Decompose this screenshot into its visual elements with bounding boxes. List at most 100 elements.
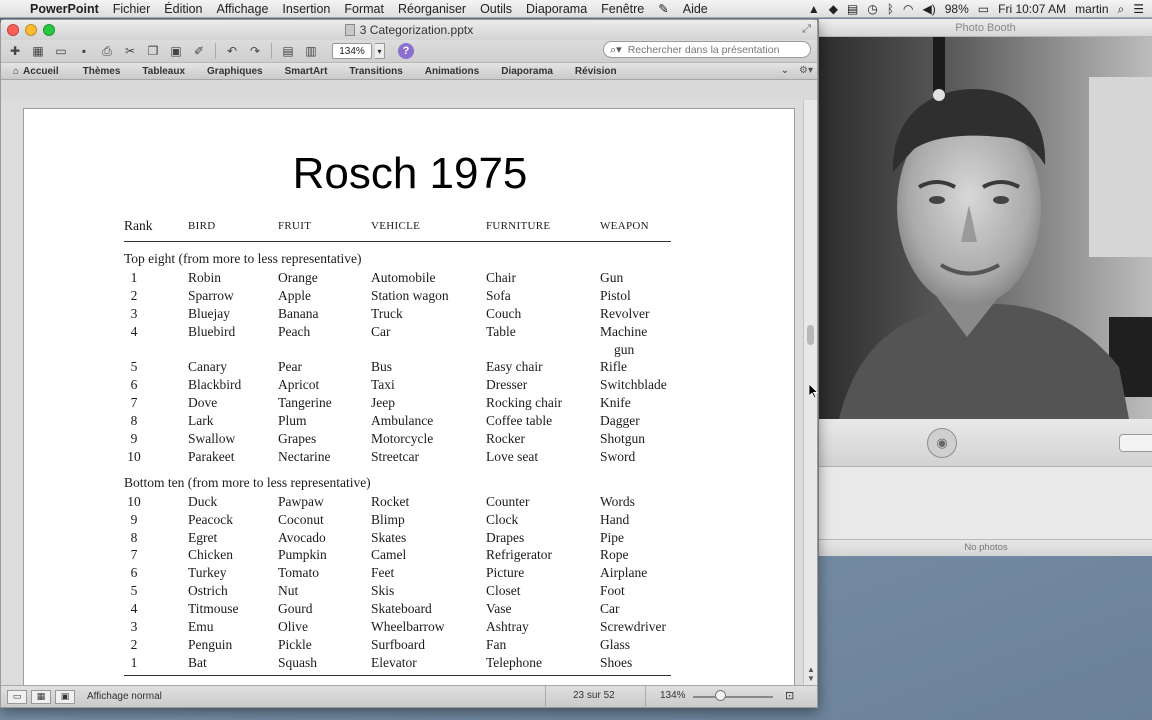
paste-icon[interactable]: ▣ xyxy=(166,42,186,60)
new-presentation-icon[interactable]: ✚ xyxy=(5,42,25,60)
slide-sorter-view-icon[interactable]: ▦ xyxy=(31,689,51,704)
format-painter-icon[interactable]: ✐ xyxy=(189,42,209,60)
menubar-clock[interactable]: Fri 10:07 AM xyxy=(998,2,1066,16)
print-icon[interactable]: ⎙ xyxy=(97,42,117,60)
fullscreen-icon[interactable]: ⤢ xyxy=(802,23,811,36)
close-window-button[interactable] xyxy=(7,24,19,36)
slide-sorter-icon[interactable]: ▤ xyxy=(278,42,298,60)
document-proxy-icon[interactable] xyxy=(344,24,355,36)
rank-cell: 7 xyxy=(130,547,138,563)
weapon-cell: Airplane xyxy=(600,565,648,581)
camera-shutter-icon[interactable]: ◉ xyxy=(927,428,957,458)
search-field[interactable]: ⌕▾ Rechercher dans la présentation xyxy=(603,41,811,58)
fruit-cell: Nut xyxy=(278,583,299,599)
tab-smartart[interactable]: SmartArt xyxy=(285,66,328,77)
menu-aide[interactable]: Aide xyxy=(683,2,708,16)
photo-booth-titlebar[interactable]: Photo Booth xyxy=(819,19,1152,37)
help-icon[interactable]: ? xyxy=(398,43,414,59)
fruit-cell: Pawpaw xyxy=(278,493,324,509)
menu-fenetre[interactable]: Fenêtre xyxy=(601,2,644,16)
tab-themes[interactable]: Thèmes xyxy=(83,66,121,77)
zoom-slider-track[interactable] xyxy=(693,696,773,698)
menu-fichier[interactable]: Fichier xyxy=(113,2,151,16)
tab-tableaux[interactable]: Tableaux xyxy=(142,66,185,77)
zoom-window-button[interactable] xyxy=(43,24,55,36)
header-bird: BIRD xyxy=(188,220,216,232)
open-icon[interactable]: ▭ xyxy=(51,42,71,60)
table-row: 7 Dove Tangerine Jeep Rocking chair Knif… xyxy=(124,395,672,413)
cut-icon[interactable]: ✂ xyxy=(120,42,140,60)
tab-revision[interactable]: Révision xyxy=(575,66,617,77)
slide-canvas[interactable]: Rosch 1975 Rank BIRD FRUIT VEHICLE FURNI… xyxy=(23,108,795,690)
rank-cell: 2 xyxy=(130,636,138,652)
status-zoom: 134% xyxy=(660,690,686,701)
vehicle-cell: Motorcycle xyxy=(371,431,434,447)
zoom-slider-knob[interactable] xyxy=(715,690,726,701)
vehicle-cell: Car xyxy=(371,323,391,339)
wifi-icon[interactable]: ◠ xyxy=(903,3,913,15)
zoom-dropdown-icon[interactable]: ▾ xyxy=(375,43,385,59)
zoom-field[interactable]: 134% xyxy=(332,43,372,59)
window-controls xyxy=(7,24,55,36)
menu-diaporama[interactable]: Diaporama xyxy=(526,2,587,16)
vehicle-cell: Skateboard xyxy=(371,601,432,617)
photo-booth-controls: ◉ xyxy=(819,419,1152,467)
bird-cell: Penguin xyxy=(188,636,233,652)
battery-percent[interactable]: 98% xyxy=(945,2,969,16)
weapon-cell: Hand xyxy=(600,511,630,527)
menu-reorganiser[interactable]: Réorganiser xyxy=(398,2,466,16)
google-drive-icon[interactable]: ▲ xyxy=(808,3,820,15)
spotlight-search-icon[interactable]: ⌕ xyxy=(1118,3,1125,15)
notification-center-icon[interactable]: ☰ xyxy=(1133,3,1144,15)
furniture-cell: Chair xyxy=(486,270,516,285)
gallery-icon[interactable]: ▦ xyxy=(28,42,48,60)
scrollbar-thumb[interactable] xyxy=(807,325,814,345)
normal-view-icon[interactable]: ▭ xyxy=(7,689,27,704)
fit-to-window-icon[interactable]: ⊡ xyxy=(785,689,794,702)
menu-affichage[interactable]: Affichage xyxy=(217,2,269,16)
volume-icon[interactable]: ◀) xyxy=(923,3,936,15)
status-divider xyxy=(645,686,646,708)
copy-icon[interactable]: ❐ xyxy=(143,42,163,60)
undo-icon[interactable]: ↶ xyxy=(222,42,242,60)
weapon-cell: Gun xyxy=(600,270,624,285)
bluetooth-icon[interactable]: ᛒ xyxy=(887,3,894,15)
dropbox-icon[interactable]: ◆ xyxy=(829,3,838,15)
furniture-cell: Rocker xyxy=(486,431,525,447)
minimize-window-button[interactable] xyxy=(25,24,37,36)
ribbon-collapse-icon[interactable]: ⌄ xyxy=(781,65,789,76)
rank-cell: 1 xyxy=(130,270,138,285)
redo-icon[interactable]: ↷ xyxy=(245,42,265,60)
effects-button[interactable] xyxy=(1119,434,1152,452)
menubar-user[interactable]: martin xyxy=(1075,2,1108,16)
tab-transitions[interactable]: Transitions xyxy=(349,66,402,77)
ribbon-settings-gear-icon[interactable]: ⚙▾ xyxy=(799,65,813,76)
menu-outils[interactable]: Outils xyxy=(480,2,512,16)
media-browser-icon[interactable]: ▥ xyxy=(301,42,321,60)
search-icon: ⌕▾ xyxy=(610,43,622,56)
furniture-cell: Easy chair xyxy=(486,359,543,375)
menu-edition[interactable]: Édition xyxy=(164,2,202,16)
tab-graphiques[interactable]: Graphiques xyxy=(207,66,263,77)
ppt-titlebar[interactable]: 3 Categorization.pptx ⤢ xyxy=(1,20,817,40)
slideshow-view-icon[interactable]: ▣ xyxy=(55,689,75,704)
furniture-cell: Telephone xyxy=(486,654,543,670)
time-machine-icon[interactable]: ◷ xyxy=(867,3,877,15)
save-icon[interactable]: ▪ xyxy=(74,42,94,60)
slide-title[interactable]: Rosch 1975 xyxy=(24,149,796,199)
bird-cell: Bat xyxy=(188,654,207,670)
tab-diaporama[interactable]: Diaporama xyxy=(501,66,553,77)
menu-format[interactable]: Format xyxy=(344,2,384,16)
document-icon[interactable]: ▤ xyxy=(847,3,858,15)
battery-icon[interactable]: ▭ xyxy=(978,3,989,15)
tab-animations[interactable]: Animations xyxy=(425,66,479,77)
menu-insertion[interactable]: Insertion xyxy=(282,2,330,16)
tab-accueil[interactable]: ⌂ Accueil xyxy=(13,66,59,77)
table-row: 4 Bluebird Peach Car Table Machine xyxy=(124,324,672,342)
weapon-cell: Sword xyxy=(600,448,636,464)
vehicle-cell: Taxi xyxy=(371,377,395,393)
script-menu-icon[interactable]: ✎ xyxy=(658,1,668,16)
menu-app-name[interactable]: PowerPoint xyxy=(30,2,99,16)
furniture-cell: Ashtray xyxy=(486,619,529,635)
table-row: 1 Bat Squash Elevator Telephone Shoes xyxy=(124,655,672,673)
